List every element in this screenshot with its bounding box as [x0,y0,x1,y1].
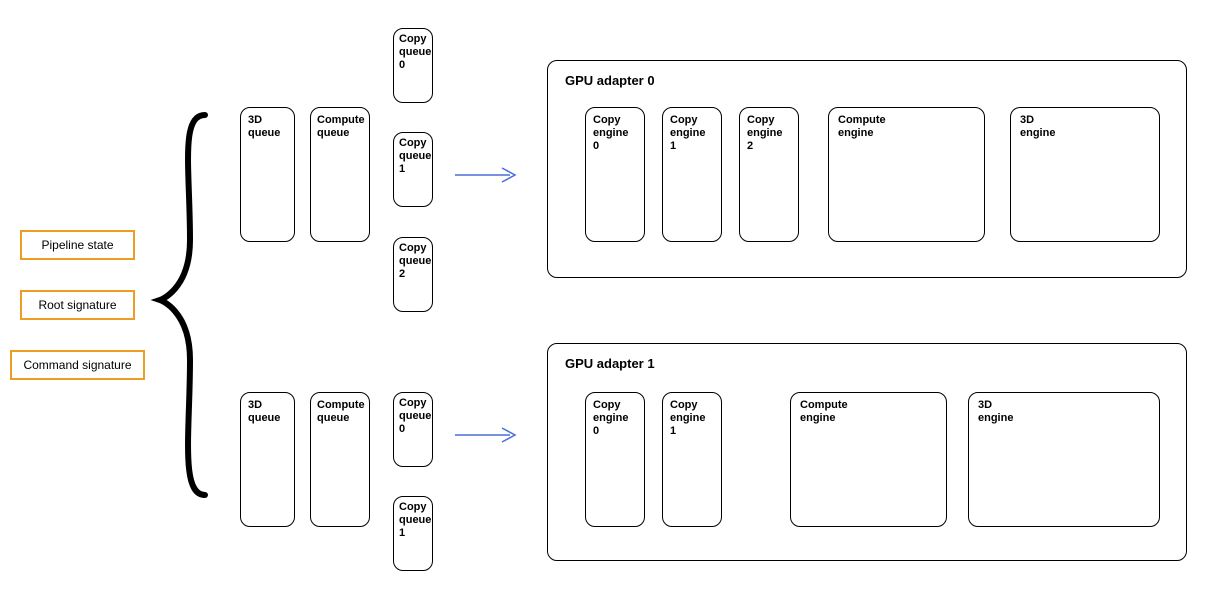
adapter1-copy-engine-1-label: Copy engine 1 [670,399,705,438]
adapter0-copy-engine-2-label: Copy engine 2 [747,114,782,153]
bottom-compute-queue-label: Compute queue [317,399,365,425]
gpu-adapter-1-title: GPU adapter 1 [565,356,655,371]
adapter0-copy-engine-0-label: Copy engine 0 [593,114,628,153]
adapter1-3d-engine-label: 3D engine [978,399,1013,425]
arrow-top-icon [455,165,530,185]
command-signature-box: Command signature [10,350,145,380]
arrow-bottom-icon [455,425,530,445]
adapter0-copy-engine-1-label: Copy engine 1 [670,114,705,153]
curly-brace-icon [150,100,220,510]
top-copy-queue-2-label: Copy queue 2 [399,242,431,281]
adapter1-compute-engine-label: Compute engine [800,399,848,425]
top-compute-queue-label: Compute queue [317,114,365,140]
pipeline-state-box: Pipeline state [20,230,135,260]
root-signature-box: Root signature [20,290,135,320]
gpu-adapter-0-title: GPU adapter 0 [565,73,655,88]
top-3d-queue-label: 3D queue [248,114,280,140]
bottom-copy-queue-0-label: Copy queue 0 [399,397,431,436]
pipeline-state-label: Pipeline state [41,238,113,252]
adapter1-copy-engine-0-label: Copy engine 0 [593,399,628,438]
root-signature-label: Root signature [38,298,116,312]
top-copy-queue-0-label: Copy queue 0 [399,33,431,72]
bottom-3d-queue-label: 3D queue [248,399,280,425]
bottom-copy-queue-1-label: Copy queue 1 [399,501,431,540]
command-signature-label: Command signature [23,358,131,372]
adapter0-3d-engine-label: 3D engine [1020,114,1055,140]
adapter0-compute-engine-label: Compute engine [838,114,886,140]
top-copy-queue-1-label: Copy queue 1 [399,137,431,176]
